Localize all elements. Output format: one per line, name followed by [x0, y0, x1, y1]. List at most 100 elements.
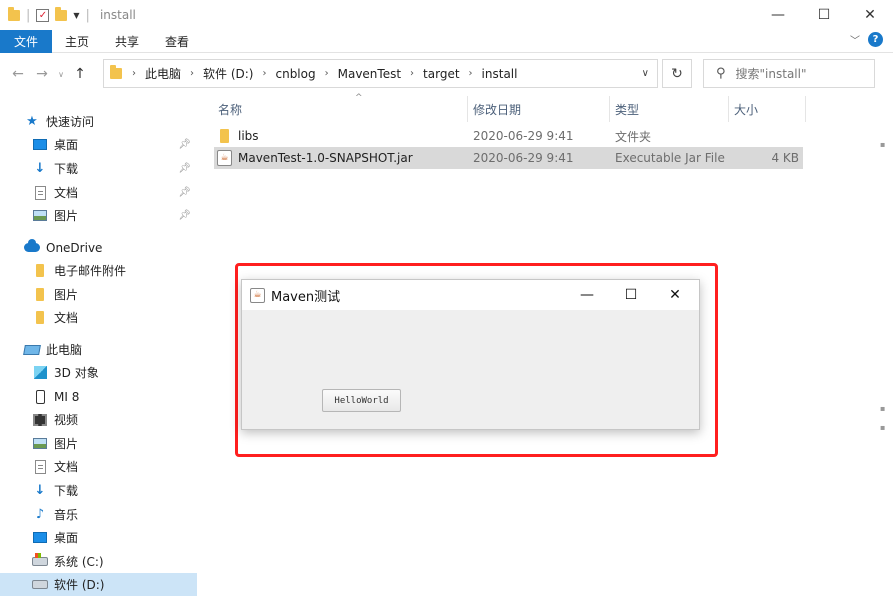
sidebar-item-desktop[interactable]: 桌面 📌︎ — [0, 133, 197, 156]
folder-icon — [36, 264, 44, 277]
sidebar-item-label: 桌面 — [54, 531, 79, 545]
sidebar-item-pc-downloads[interactable]: ↓ 下载 — [0, 479, 197, 502]
sidebar-item-software-d[interactable]: 软件 (D:) — [0, 573, 197, 596]
breadcrumb-maventest[interactable]: MavenTest — [338, 67, 401, 81]
desktop-icon — [33, 532, 47, 543]
column-label: 名称 — [218, 102, 243, 117]
sidebar-item-videos[interactable]: 视频 — [0, 408, 197, 431]
sidebar-item-pc-desktop[interactable]: 桌面 — [0, 526, 197, 549]
tab-share[interactable]: 共享 — [102, 30, 152, 53]
star-icon: ★ — [26, 114, 38, 129]
customize-toolbar-icon[interactable]: ▼ — [73, 11, 79, 20]
scroll-indicator-icon: ▪ — [880, 404, 886, 413]
sidebar-item-label: 文档 — [54, 460, 79, 474]
java-window: ☕︎ Maven测试 — ☐ ✕ HelloWorld — [241, 279, 700, 430]
sidebar-item-3d-objects[interactable]: 3D 对象 — [0, 361, 197, 384]
sidebar-item-label: 音乐 — [54, 508, 79, 522]
java-window-title-bar[interactable]: ☕︎ Maven测试 — ☐ ✕ — [242, 280, 699, 310]
column-header-type[interactable]: 类型 — [615, 98, 639, 120]
maximize-button[interactable]: ☐ — [801, 0, 847, 30]
table-row[interactable]: ☕︎ MavenTest-1.0-SNAPSHOT.jar 2020-06-29… — [214, 147, 803, 169]
sidebar-item-label: MI 8 — [54, 389, 80, 404]
table-row[interactable]: libs 2020-06-29 9:41 文件夹 — [214, 125, 803, 147]
sidebar-item-downloads[interactable]: ↓ 下载 📌︎ — [0, 157, 197, 180]
chevron-down-icon[interactable]: ∨ — [642, 68, 649, 79]
sidebar-item-label: 下载 — [54, 162, 79, 176]
breadcrumb-install[interactable]: install — [482, 67, 518, 81]
sidebar-item-music[interactable]: ♪ 音乐 — [0, 503, 197, 526]
column-divider[interactable] — [728, 96, 729, 122]
expand-ribbon-icon[interactable]: ﹀ — [850, 32, 860, 47]
properties-icon[interactable]: ✓ — [36, 8, 50, 22]
chevron-right-icon[interactable]: › — [132, 68, 136, 79]
sidebar-item-label: 图片 — [54, 437, 79, 451]
breadcrumb-drive-d[interactable]: 软件 (D:) — [203, 65, 253, 82]
column-divider[interactable] — [467, 96, 468, 122]
back-arrow-icon[interactable]: ← — [6, 66, 30, 82]
sidebar-item-documents[interactable]: 文档 📌︎ — [0, 181, 197, 204]
folder-icon — [36, 311, 44, 324]
sidebar-item-pc-pictures[interactable]: 图片 — [0, 432, 197, 455]
pin-icon[interactable]: 📌︎ — [178, 163, 191, 174]
sidebar-item-label: OneDrive — [46, 240, 103, 255]
sidebar-item-pc-documents[interactable]: 文档 — [0, 455, 197, 478]
column-divider[interactable] — [609, 96, 610, 122]
recent-locations-icon[interactable]: ∨ — [54, 70, 68, 79]
sidebar-item-system-c[interactable]: 系统 (C:) — [0, 550, 197, 573]
address-bar[interactable]: › 此电脑 › 软件 (D:) › cnblog › MavenTest › t… — [103, 59, 658, 88]
search-input[interactable]: ⚲ 搜索"install" — [703, 59, 875, 88]
refresh-button[interactable]: ↻ — [662, 59, 692, 88]
sidebar-item-label: 图片 — [54, 209, 79, 223]
tab-file[interactable]: 文件 — [0, 29, 53, 53]
column-header-size[interactable]: 大小 — [734, 98, 758, 120]
chevron-right-icon[interactable]: › — [325, 68, 329, 79]
pin-icon[interactable]: 📌︎ — [178, 187, 191, 198]
breadcrumb-target[interactable]: target — [423, 67, 460, 81]
pin-icon[interactable]: 📌︎ — [178, 139, 191, 150]
chevron-right-icon[interactable]: › — [190, 68, 194, 79]
java-window-content: HelloWorld — [242, 310, 699, 429]
forward-arrow-icon[interactable]: → — [30, 66, 54, 82]
title-bar: | ✓ ▼ | install — ☐ ✕ — [0, 0, 893, 30]
sidebar-item-onedrive-pictures[interactable]: 图片 — [0, 283, 197, 306]
close-button[interactable]: ✕ — [847, 0, 893, 30]
chevron-right-icon[interactable]: › — [410, 68, 414, 79]
scroll-indicator-icon: ▪ — [880, 140, 886, 149]
sidebar-item-label: 桌面 — [54, 138, 79, 152]
column-divider[interactable] — [805, 96, 806, 122]
sidebar-item-this-pc[interactable]: 此电脑 — [0, 338, 197, 361]
java-maximize-button[interactable]: ☐ — [609, 280, 653, 310]
sidebar-item-label: 软件 (D:) — [54, 578, 105, 592]
minimize-button[interactable]: — — [755, 0, 801, 30]
column-header-name[interactable]: ^ 名称 — [218, 93, 468, 120]
file-date: 2020-06-29 9:41 — [473, 129, 574, 143]
desktop-icon — [33, 139, 47, 150]
sidebar-item-email-attachments[interactable]: 电子邮件附件 — [0, 259, 197, 282]
java-minimize-button[interactable]: — — [565, 280, 609, 310]
chevron-right-icon[interactable]: › — [469, 68, 473, 79]
sidebar-item-onedrive-documents[interactable]: 文档 — [0, 306, 197, 329]
column-label: 修改日期 — [473, 102, 522, 117]
file-type: 文件夹 — [615, 129, 652, 144]
breadcrumb-cnblog[interactable]: cnblog — [275, 67, 315, 81]
breadcrumb-this-pc[interactable]: 此电脑 — [145, 65, 181, 82]
sidebar-item-onedrive[interactable]: OneDrive — [0, 236, 197, 259]
tab-view[interactable]: 查看 — [152, 30, 202, 53]
help-icon[interactable]: ? — [868, 32, 883, 47]
column-label: 类型 — [615, 102, 640, 117]
sidebar-item-label: 电子邮件附件 — [54, 264, 127, 278]
video-icon — [33, 413, 47, 426]
tab-home[interactable]: 主页 — [52, 30, 102, 53]
sidebar-item-label: 视频 — [54, 413, 79, 427]
java-close-button[interactable]: ✕ — [653, 280, 697, 310]
pin-icon[interactable]: 📌︎ — [178, 210, 191, 221]
hello-world-button[interactable]: HelloWorld — [322, 389, 401, 412]
new-folder-icon[interactable] — [55, 6, 68, 21]
java-jar-icon: ☕︎ — [217, 150, 232, 166]
column-header-date[interactable]: 修改日期 — [473, 98, 521, 120]
sidebar-item-mi8[interactable]: MI 8 — [0, 385, 197, 408]
chevron-right-icon[interactable]: › — [262, 68, 266, 79]
sidebar-item-pictures[interactable]: 图片 📌︎ — [0, 204, 197, 227]
up-arrow-icon[interactable]: ↑ — [68, 66, 92, 82]
sidebar-item-quick-access[interactable]: ★ 快速访问 — [0, 110, 197, 133]
